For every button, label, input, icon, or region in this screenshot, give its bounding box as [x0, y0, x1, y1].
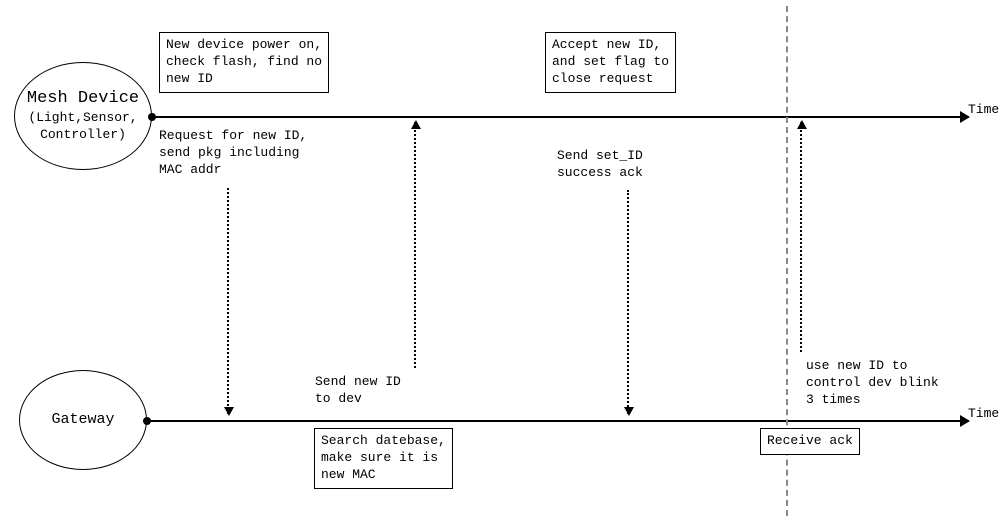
- gateway-title: Gateway: [51, 410, 114, 430]
- mesh-device-title: Mesh Device: [27, 88, 139, 110]
- mesh-device-node: Mesh Device (Light,Sensor, Controller): [14, 62, 152, 170]
- arrow-request: [227, 188, 229, 414]
- arrow-send-ack: [627, 190, 629, 414]
- gateway-timeline: [147, 420, 962, 422]
- arrow-head-icon: [624, 407, 634, 416]
- mesh-time-label: Time: [968, 102, 999, 117]
- arrow-head-icon: [224, 407, 234, 416]
- arrow-head-icon: [411, 120, 421, 129]
- arrow-head-icon: [797, 120, 807, 129]
- box-receive-ack: Receive ack: [760, 428, 860, 455]
- label-request: Request for new ID, send pkg including M…: [159, 128, 307, 179]
- mesh-timeline: [152, 116, 962, 118]
- gateway-node: Gateway: [19, 370, 147, 470]
- arrow-send-new-id: [414, 122, 416, 368]
- box-accept-id: Accept new ID, and set flag to close req…: [545, 32, 676, 93]
- label-use-new-id: use new ID to control dev blink 3 times: [806, 358, 939, 409]
- arrow-use-new-id: [800, 122, 802, 352]
- mesh-device-subtitle: (Light,Sensor, Controller): [27, 110, 139, 144]
- gateway-time-label: Time: [968, 406, 999, 421]
- box-power-on: New device power on, check flash, find n…: [159, 32, 329, 93]
- label-send-ack: Send set_ID success ack: [557, 148, 643, 182]
- label-send-new-id: Send new ID to dev: [315, 374, 401, 408]
- box-search-db: Search datebase, make sure it is new MAC: [314, 428, 453, 489]
